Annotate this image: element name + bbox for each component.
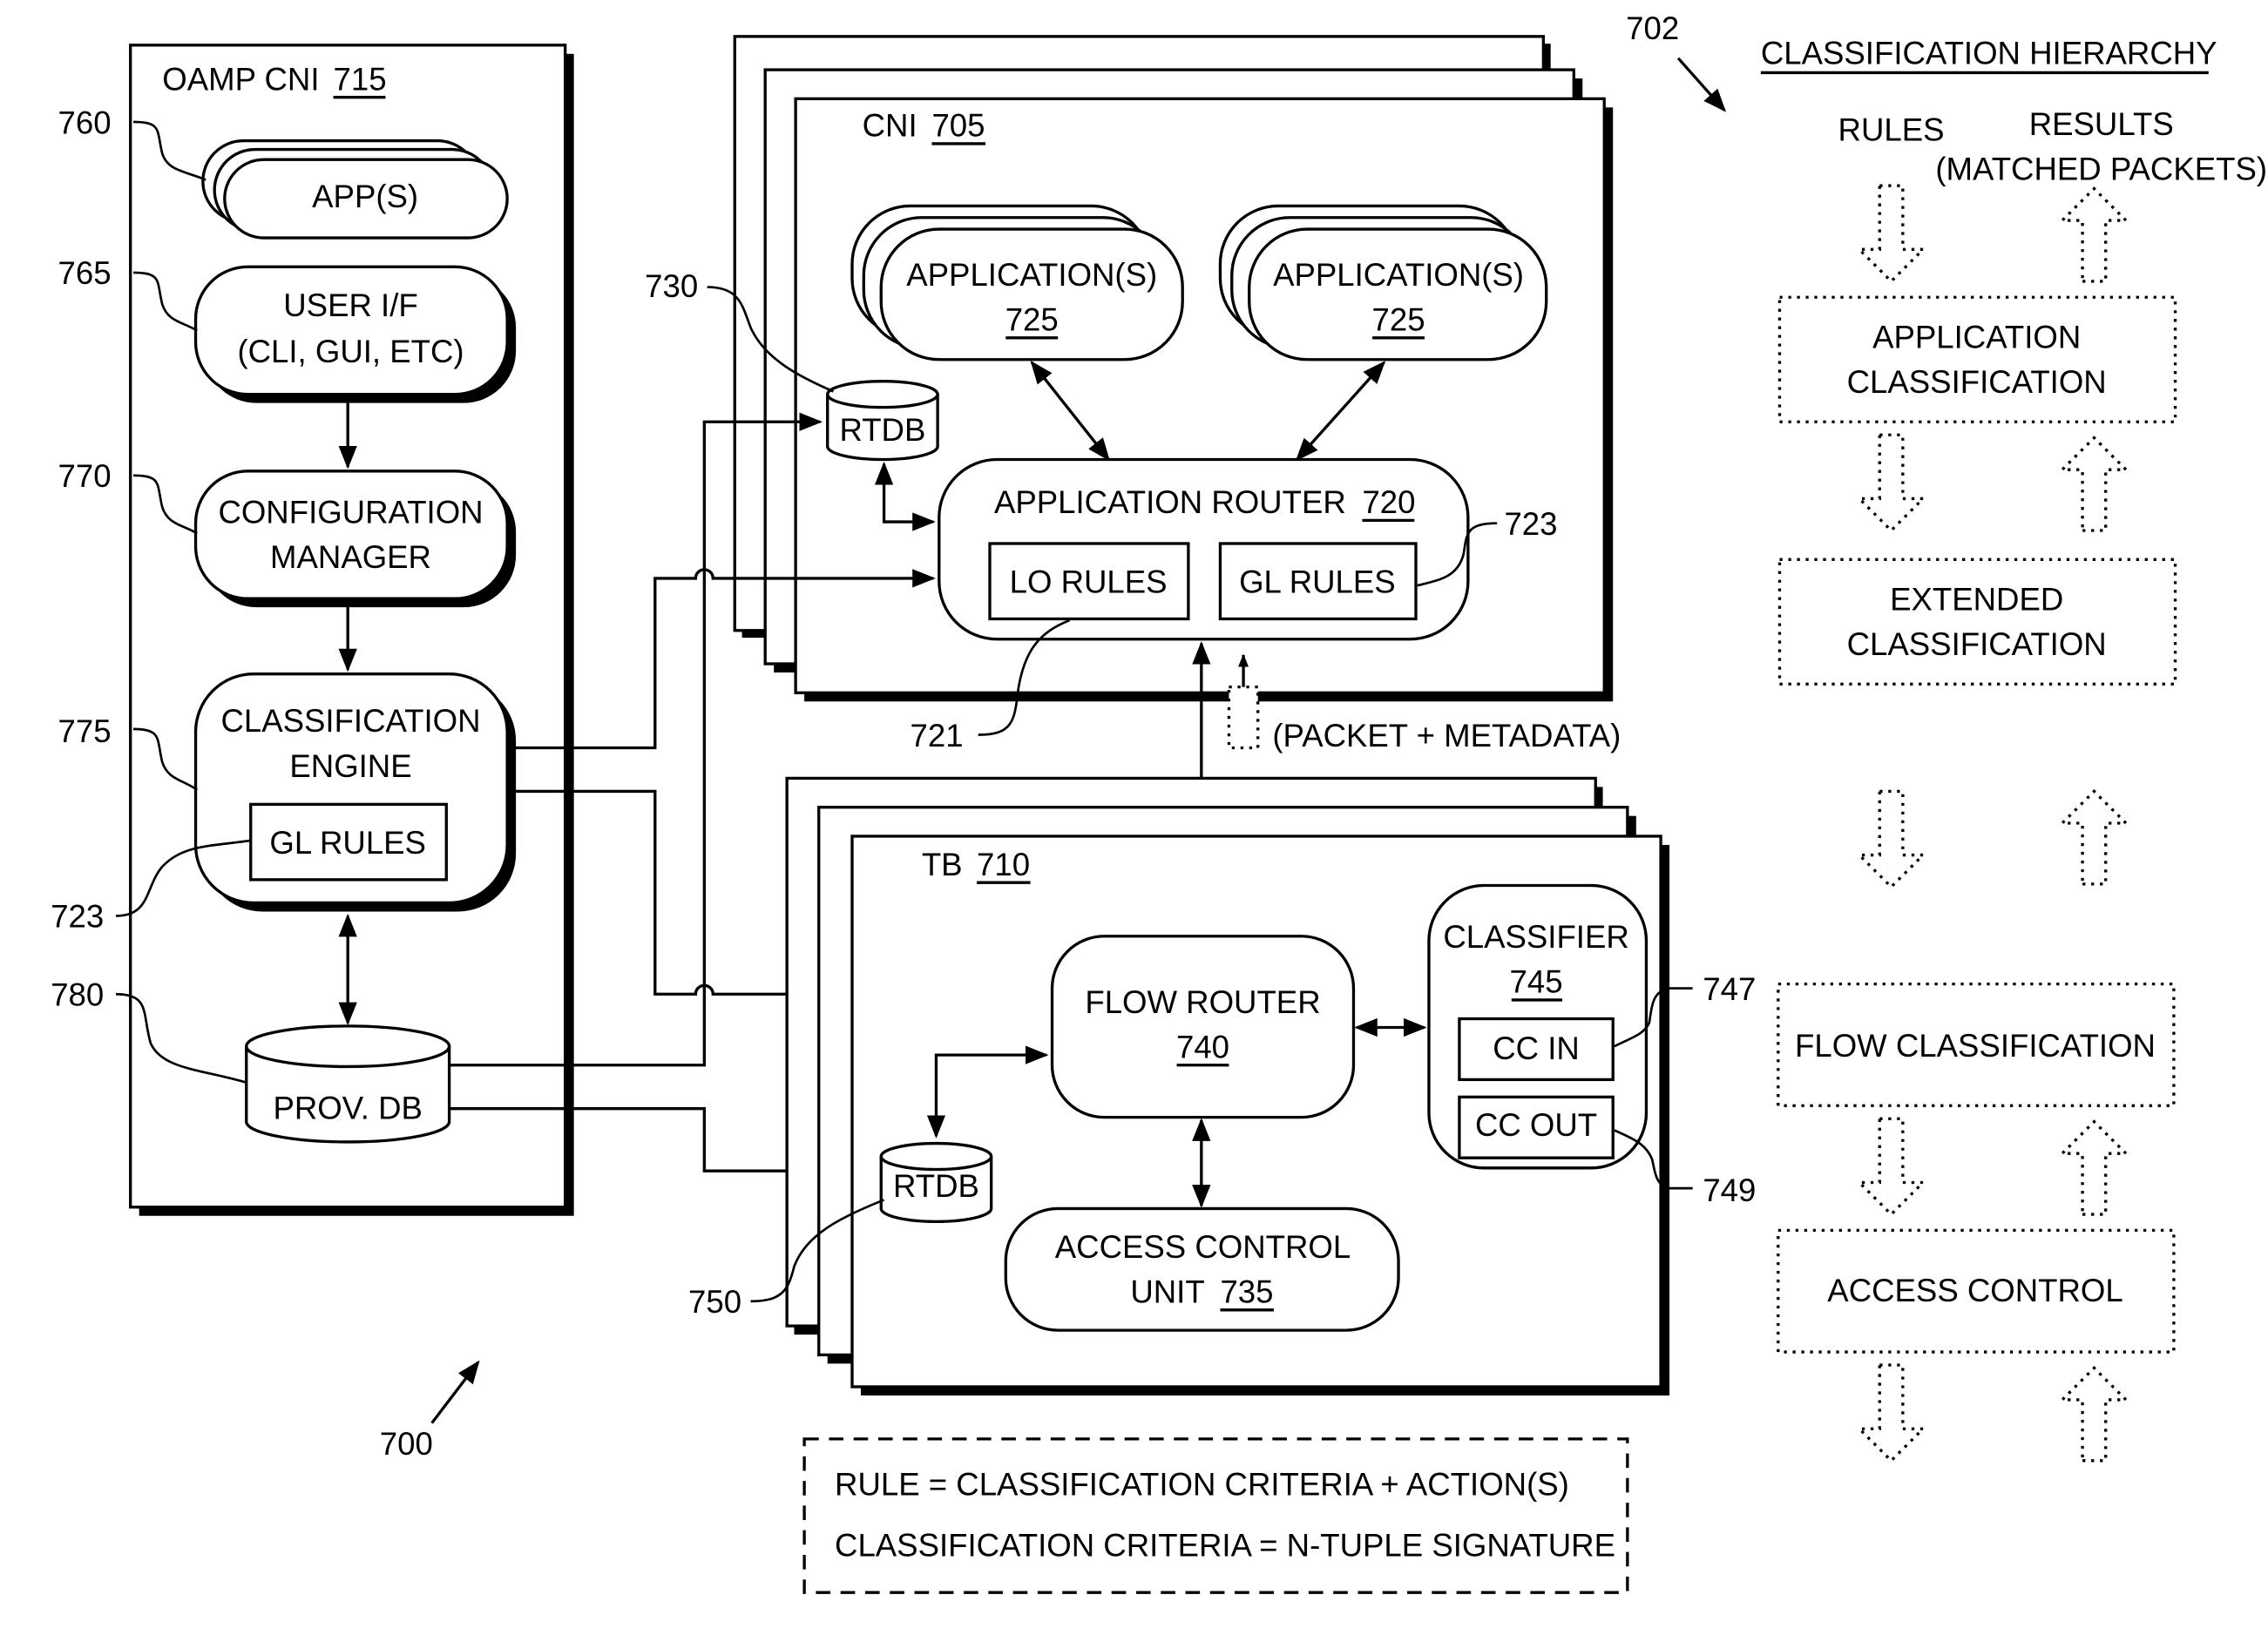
hierarchy-level-application[interactable]: APPLICATION CLASSIFICATION — [1777, 295, 2177, 423]
ref-760: 760 — [58, 105, 112, 140]
up-arrow-icon — [2058, 1119, 2130, 1216]
tb-rtdb-label: RTDB — [893, 1168, 979, 1204]
configuration-manager-node[interactable]: CONFIGURATION MANAGER — [193, 470, 517, 608]
access-control-unit-node[interactable]: ACCESS CONTROL UNIT 735 — [1004, 1206, 1400, 1332]
user-interface-node[interactable]: USER I/F (CLI, GUI, ETC) — [193, 265, 517, 403]
acu-line1: ACCESS CONTROL — [1055, 1229, 1351, 1265]
acu-ref: 735 — [1220, 1274, 1273, 1310]
figure-ref-700: 700 — [380, 1360, 480, 1462]
results-line2: (MATCHED PACKETS) — [1935, 152, 2267, 187]
app-left-line1: APPLICATION(S) — [906, 257, 1157, 293]
hierarchy-title: CLASSIFICATION HIERARCHY — [1761, 35, 2217, 71]
level-1-line2: CLASSIFICATION — [1847, 364, 2107, 400]
tb-panel: TB 710 FLOW ROUTER 740 CLASSIFIER 745 CC… — [688, 776, 1756, 1395]
config-mgr-line1: CONFIGURATION — [218, 495, 483, 530]
applications-node-right[interactable]: APPLICATION(S) 725 — [1218, 204, 1548, 362]
flow-router-ref: 740 — [1176, 1029, 1229, 1064]
ref-730: 730 — [645, 268, 698, 304]
app-router-label: APPLICATION ROUTER — [994, 484, 1346, 520]
oamp-cni-panel: OAMP CNI 715 APP(S) 760 USER I/F (CLI, G… — [51, 44, 574, 1216]
up-arrow-icon — [2058, 789, 2130, 886]
ref-721: 721 — [911, 718, 964, 753]
config-mgr-line2: MANAGER — [270, 539, 431, 575]
cni-gl-rules-label: GL RULES — [1239, 564, 1396, 600]
lo-rules-label: LO RULES — [1010, 564, 1168, 600]
ref-700: 700 — [380, 1426, 433, 1462]
oamp-ref: 715 — [334, 61, 387, 97]
level-3-line1: FLOW CLASSIFICATION — [1795, 1028, 2156, 1064]
application-router-node[interactable]: APPLICATION ROUTER 720 LO RULES GL RULES — [938, 457, 1470, 641]
down-arrow-icon — [1855, 433, 1927, 533]
app-router-ref: 720 — [1362, 484, 1415, 520]
hierarchy-level-access-control[interactable]: ACCESS CONTROL — [1777, 1228, 2176, 1354]
flow-router-node[interactable]: FLOW ROUTER 740 — [1050, 935, 1356, 1119]
hierarchy-level-extended[interactable]: EXTENDED CLASSIFICATION — [1777, 557, 2177, 686]
classification-engine-node[interactable]: CLASSIFICATION ENGINE GL RULES — [193, 672, 517, 912]
cc-in-label: CC IN — [1493, 1030, 1580, 1066]
down-arrow-icon — [1855, 1117, 1927, 1217]
tb-title: TB — [922, 847, 963, 882]
level-4-line1: ACCESS CONTROL — [1827, 1273, 2122, 1308]
provisioning-db-node[interactable]: PROV. DB — [245, 1024, 451, 1144]
network-classification-diagram: OAMP CNI 715 APP(S) 760 USER I/F (CLI, G… — [51, 10, 2267, 1594]
ref-749: 749 — [1703, 1172, 1756, 1208]
results-line1: RESULTS — [2029, 106, 2174, 142]
legend-line1: RULE = CLASSIFICATION CRITERIA + ACTION(… — [835, 1467, 1569, 1503]
ref-780: 780 — [51, 977, 104, 1013]
oamp-title: OAMP CNI — [162, 61, 319, 97]
ref-702: 702 — [1626, 10, 1679, 46]
classifier-node[interactable]: CLASSIFIER 745 CC IN CC OUT — [1427, 883, 1649, 1170]
flow-router-label: FLOW ROUTER — [1085, 984, 1320, 1020]
classification-hierarchy: 702 CLASSIFICATION HIERARCHY RULES RESUL… — [1626, 10, 2267, 1463]
level-1-line1: APPLICATION — [1872, 319, 2081, 355]
down-arrow-icon — [1855, 184, 1927, 284]
app-right-ref: 725 — [1372, 301, 1425, 337]
app-left-ref: 725 — [1005, 301, 1059, 337]
rules-label: RULES — [1838, 112, 1945, 148]
classifier-ref: 745 — [1510, 964, 1563, 1000]
cni-ref: 705 — [931, 108, 985, 144]
cni-panel: CNI 705 APPLICATION(S) 725 APPLICATION(S… — [645, 35, 1614, 753]
level-2-line1: EXTENDED — [1890, 581, 2063, 617]
hierarchy-level-flow[interactable]: FLOW CLASSIFICATION — [1777, 982, 2176, 1107]
user-if-line2: (CLI, GUI, ETC) — [237, 334, 464, 369]
ref-765: 765 — [58, 255, 112, 291]
ref-770: 770 — [58, 458, 112, 494]
apps-node[interactable]: APP(S) — [201, 139, 509, 240]
up-arrow-icon — [2058, 436, 2130, 532]
apps-label: APP(S) — [312, 179, 418, 214]
legend-line2: CLASSIFICATION CRITERIA = N-TUPLE SIGNAT… — [835, 1528, 1615, 1564]
user-if-line1: USER I/F — [283, 287, 417, 323]
ref-747: 747 — [1703, 971, 1756, 1007]
acu-line2: UNIT — [1130, 1274, 1204, 1310]
cc-out-label: CC OUT — [1475, 1107, 1597, 1143]
ref-775: 775 — [58, 713, 112, 749]
tb-ref: 710 — [977, 847, 1030, 882]
ref-750: 750 — [688, 1284, 741, 1320]
ref-723-cni: 723 — [1504, 506, 1557, 542]
level-2-line2: CLASSIFICATION — [1847, 626, 2107, 662]
down-arrow-icon — [1855, 789, 1927, 889]
class-engine-line1: CLASSIFICATION — [220, 703, 480, 739]
cni-rtdb-label: RTDB — [839, 412, 925, 448]
up-arrow-icon — [2058, 186, 2130, 283]
up-arrow-icon — [2058, 1366, 2130, 1463]
app-right-line1: APPLICATION(S) — [1273, 257, 1524, 293]
cni-rtdb-node[interactable]: RTDB — [826, 380, 939, 462]
classifier-label: CLASSIFIER — [1443, 919, 1628, 955]
legend-box: RULE = CLASSIFICATION CRITERIA + ACTION(… — [802, 1437, 1629, 1594]
prov-db-label: PROV. DB — [273, 1090, 422, 1125]
cni-title: CNI — [863, 108, 917, 144]
class-engine-line2: ENGINE — [289, 748, 411, 784]
ref-723-oamp: 723 — [51, 899, 104, 935]
applications-node-left[interactable]: APPLICATION(S) 725 — [850, 204, 1184, 362]
down-arrow-icon — [1855, 1363, 1927, 1463]
oamp-gl-rules-label: GL RULES — [269, 825, 426, 861]
packet-metadata-label: (PACKET + METADATA) — [1272, 718, 1621, 753]
tb-rtdb-node[interactable]: RTDB — [879, 1141, 993, 1224]
